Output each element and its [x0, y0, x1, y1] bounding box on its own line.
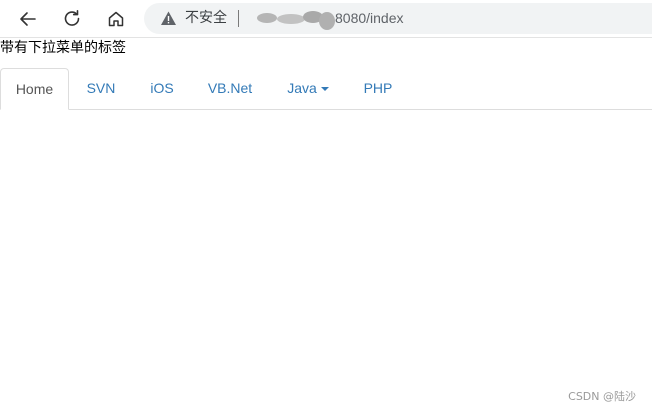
reload-icon	[64, 10, 80, 26]
nav-tabs: Home SVN iOS VB.Net Java PHP	[0, 68, 652, 110]
browser-toolbar: 不安全 8080/index	[0, 0, 652, 38]
tab-php[interactable]: PHP	[348, 68, 408, 108]
url-text[interactable]: 8080/index	[335, 10, 404, 27]
home-icon	[108, 11, 124, 27]
url-redaction-mark	[257, 11, 335, 30]
tab-label: VB.Net	[207, 80, 253, 96]
address-divider	[238, 10, 239, 27]
tab-svn[interactable]: SVN	[70, 68, 132, 108]
page-heading: 带有下拉菜单的标签	[0, 40, 126, 56]
watermark: CSDN @陆沙	[568, 390, 636, 403]
tab-label: Java	[287, 80, 317, 96]
warning-triangle-icon[interactable]	[160, 10, 177, 27]
tab-home[interactable]: Home	[0, 68, 69, 110]
tab-label: Home	[15, 81, 54, 97]
security-status-label[interactable]: 不安全	[185, 10, 227, 27]
address-bar[interactable]: 不安全 8080/index	[144, 3, 652, 34]
tab-label: PHP	[363, 80, 393, 96]
back-button[interactable]	[15, 6, 41, 32]
tab-label: SVN	[86, 80, 116, 96]
reload-button[interactable]	[59, 6, 85, 32]
tab-label: iOS	[150, 80, 174, 96]
caret-down-icon	[320, 87, 329, 92]
arrow-left-icon	[20, 12, 36, 26]
tab-vbnet[interactable]: VB.Net	[192, 68, 268, 108]
home-button[interactable]	[103, 6, 129, 32]
tab-ios[interactable]: iOS	[134, 68, 190, 108]
tab-java-dropdown[interactable]: Java	[270, 68, 346, 108]
